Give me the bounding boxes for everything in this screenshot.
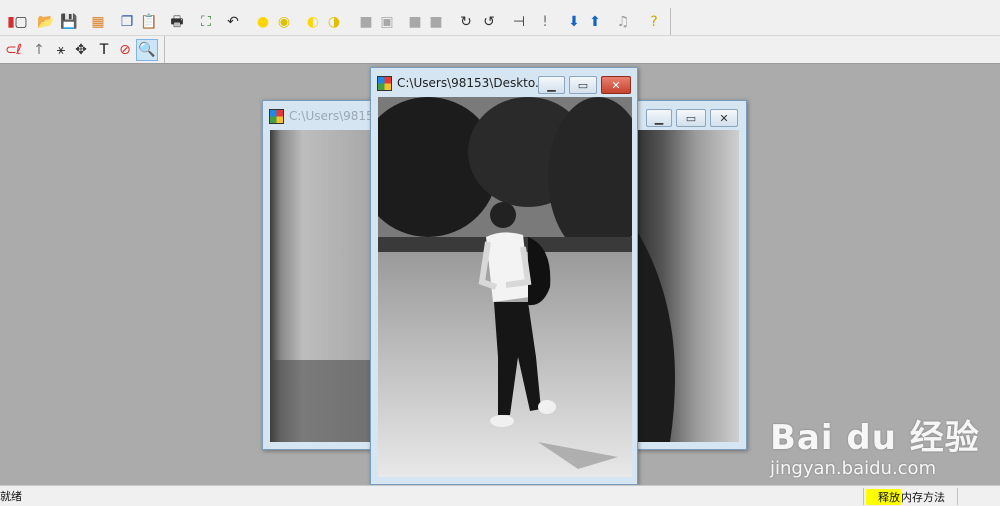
- arrow-pointer-icon[interactable]: ↑: [28, 39, 50, 61]
- maximize-button[interactable]: ▭: [676, 109, 706, 127]
- move-icon[interactable]: ✥: [70, 39, 92, 61]
- status-memory-label: 内存方法: [901, 490, 945, 504]
- main-toolbar-group: ▮ ▢ 📂 💾 ▦ ❐ 📋 🖶 ⛶ ↶ ● ◉ ◐ ◑ ■ ▣ ■ ■ ↻ ↺ ⊣! ⬇ ⬆ ♫?: [0, 8, 671, 35]
- app-icon: [377, 75, 392, 91]
- status-highlight: 释放: [866, 488, 901, 505]
- maximize-button[interactable]: ▭: [569, 76, 597, 94]
- zoom-icon[interactable]: 🔍: [136, 39, 158, 61]
- info-icon[interactable]: !: [534, 11, 556, 33]
- window-title: C:\Users\98153\Deskto...: [397, 76, 547, 90]
- baidu-watermark: Bai du 经验 jingyan.baidu.com: [760, 400, 990, 485]
- gray-box-icon-4[interactable]: ■: [425, 11, 447, 33]
- image-window-front[interactable]: C:\Users\98153\Deskto... ▁ ▭ ✕: [370, 67, 638, 485]
- gray-box-icon-2[interactable]: ▣: [376, 11, 398, 33]
- text-tool-icon[interactable]: T: [93, 39, 115, 61]
- brightness-up-icon[interactable]: ●: [252, 11, 274, 33]
- window-title-bar[interactable]: C:\Users\98153\Deskto...: [377, 72, 546, 94]
- photo-walking-man: [378, 97, 632, 477]
- contrast-down-icon[interactable]: ◑: [323, 11, 345, 33]
- minimize-button[interactable]: ▁: [538, 76, 565, 94]
- music-note-icon[interactable]: ♫: [612, 11, 634, 33]
- app-icon: [269, 108, 284, 124]
- save-icon[interactable]: 💾: [58, 11, 80, 33]
- no-icon[interactable]: ⊘: [114, 39, 136, 61]
- close-button[interactable]: ✕: [601, 76, 631, 94]
- window-title: C:\Users\98153: [289, 109, 382, 123]
- status-separator: [863, 488, 864, 505]
- contrast-up-icon[interactable]: ◐: [302, 11, 324, 33]
- rotate-right-icon[interactable]: ↻: [455, 11, 477, 33]
- gray-box-icon-1[interactable]: ■: [355, 11, 377, 33]
- watermark-logo: Bai du 经验: [770, 418, 980, 458]
- window-title-bar[interactable]: C:\Users\98153: [269, 105, 381, 127]
- import-image-icon[interactable]: ▦: [87, 11, 109, 33]
- main-toolbar: ▮ ▢ 📂 💾 ▦ ❐ 📋 🖶 ⛶ ↶ ● ◉ ◐ ◑ ■ ▣ ■ ■ ↻ ↺ ⊣! ⬇ ⬆ ♫?: [0, 8, 1000, 36]
- watermark-url: jingyan.baidu.com: [770, 458, 937, 479]
- status-memory: 释放 内存方法: [866, 488, 945, 505]
- gray-box-icon-3[interactable]: ■: [404, 11, 426, 33]
- arrow-down-icon[interactable]: ⬇: [563, 11, 585, 33]
- status-separator: [957, 488, 958, 505]
- new-file-icon[interactable]: ▢: [10, 11, 32, 33]
- tools-toolbar: ⊂ ℓ ↑ ⚹ ✥ T ⊘ 🔍: [0, 36, 1000, 64]
- close-button[interactable]: ✕: [710, 109, 738, 127]
- lasso-icon[interactable]: ℓ: [8, 39, 30, 61]
- fit-window-icon[interactable]: ⛶: [195, 11, 217, 33]
- help-icon[interactable]: ?: [643, 11, 665, 33]
- tools-toolbar-group: ⊂ ℓ ↑ ⚹ ✥ T ⊘ 🔍: [0, 36, 165, 63]
- open-folder-icon[interactable]: 📂: [35, 11, 57, 33]
- histogram-icon[interactable]: ⊣: [508, 11, 530, 33]
- menubar: [0, 0, 1000, 8]
- rotate-left-icon[interactable]: ↺: [478, 11, 500, 33]
- status-bar: 就绪 释放 内存方法: [0, 485, 1000, 506]
- brightness-down-icon[interactable]: ◉: [273, 11, 295, 33]
- arrow-up-icon[interactable]: ⬆: [584, 11, 606, 33]
- status-text: 就绪: [0, 490, 22, 503]
- paste-icon[interactable]: 📋: [138, 11, 160, 33]
- image-canvas-front[interactable]: [378, 97, 632, 477]
- magic-wand-icon[interactable]: ⚹: [50, 39, 72, 61]
- undo-icon[interactable]: ↶: [222, 11, 244, 33]
- copy-icon[interactable]: ❐: [116, 11, 138, 33]
- minimize-button[interactable]: ▁: [646, 109, 672, 127]
- print-icon[interactable]: 🖶: [166, 11, 188, 33]
